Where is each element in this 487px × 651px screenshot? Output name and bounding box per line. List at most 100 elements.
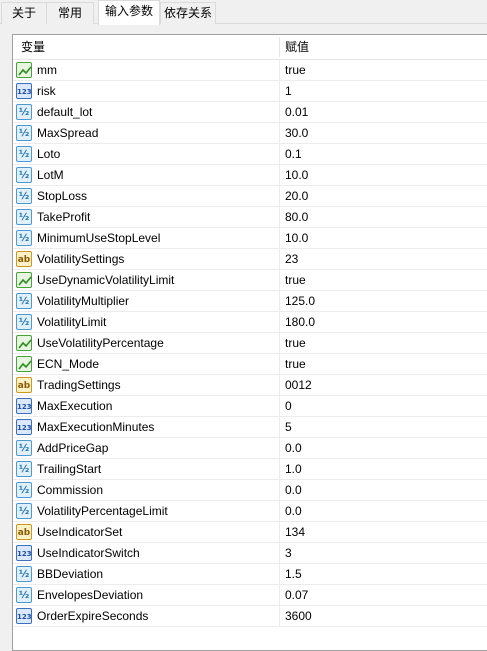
parameter-name: Loto xyxy=(37,147,61,161)
name-cell: ½ LotM xyxy=(13,165,280,185)
parameter-value[interactable]: 1.5 xyxy=(285,564,302,584)
parameter-name: EnvelopesDeviation xyxy=(37,588,144,602)
double-icon: ½ xyxy=(16,125,32,141)
tab-common[interactable]: 常用 xyxy=(46,2,94,24)
parameter-value[interactable]: 1.0 xyxy=(285,459,302,479)
table-row[interactable]: ½ TakeProfit 80.0 xyxy=(13,207,487,228)
tab-about[interactable]: 关于 xyxy=(1,2,47,24)
parameter-value[interactable]: true xyxy=(285,333,306,353)
table-row[interactable]: ½ AddPriceGap 0.0 xyxy=(13,438,487,459)
parameter-name: UseDynamicVolatilityLimit xyxy=(37,273,175,287)
column-header-value[interactable]: 赋值 xyxy=(285,35,309,59)
parameter-value[interactable]: 0012 xyxy=(285,375,312,395)
parameter-value[interactable]: 10.0 xyxy=(285,228,308,248)
table-row[interactable]: ab VolatilitySettings 23 xyxy=(13,249,487,270)
table-row[interactable]: 123 UseIndicatorSwitch 3 xyxy=(13,543,487,564)
table-row[interactable]: UseDynamicVolatilityLimit true xyxy=(13,270,487,291)
parameter-value[interactable]: 0.01 xyxy=(285,102,308,122)
parameter-value[interactable]: true xyxy=(285,60,306,80)
name-cell: ½ VolatilityMultiplier xyxy=(13,291,280,311)
parameter-name: risk xyxy=(37,84,56,98)
name-cell: ½ BBDeviation xyxy=(13,564,280,584)
parameter-value[interactable]: 0.07 xyxy=(285,585,308,605)
table-row[interactable]: ab UseIndicatorSet 134 xyxy=(13,522,487,543)
parameter-value[interactable]: 5 xyxy=(285,417,292,437)
table-row[interactable]: 123 OrderExpireSeconds 3600 xyxy=(13,606,487,627)
parameter-value[interactable]: 3 xyxy=(285,543,292,563)
parameter-value[interactable]: 0.0 xyxy=(285,480,302,500)
table-row[interactable]: ½ Commission 0.0 xyxy=(13,480,487,501)
name-cell: ½ Loto xyxy=(13,144,280,164)
table-row[interactable]: ½ TrailingStart 1.0 xyxy=(13,459,487,480)
table-row[interactable]: ½ VolatilityLimit 180.0 xyxy=(13,312,487,333)
parameters-table: 变量 赋值 mm true 123 risk 1 ½ default_lot 0.01 ½ Max… xyxy=(12,34,487,651)
parameter-name: UseIndicatorSet xyxy=(37,525,123,539)
table-row[interactable]: 123 MaxExecutionMinutes 5 xyxy=(13,417,487,438)
parameter-value[interactable]: 80.0 xyxy=(285,207,308,227)
double-icon: ½ xyxy=(16,503,32,519)
double-icon: ½ xyxy=(16,188,32,204)
table-row[interactable]: ½ StopLoss 20.0 xyxy=(13,186,487,207)
name-cell: 123 UseIndicatorSwitch xyxy=(13,543,280,563)
table-row[interactable]: ½ EnvelopesDeviation 0.07 xyxy=(13,585,487,606)
parameter-value[interactable]: true xyxy=(285,270,306,290)
parameter-value[interactable]: 1 xyxy=(285,81,292,101)
input-parameters-panel: 变量 赋值 mm true 123 risk 1 ½ default_lot 0.01 ½ Max… xyxy=(0,24,487,651)
parameter-value[interactable]: 0.1 xyxy=(285,144,302,164)
table-row[interactable]: 123 risk 1 xyxy=(13,81,487,102)
column-divider[interactable] xyxy=(279,37,280,57)
parameter-value[interactable]: 125.0 xyxy=(285,291,315,311)
parameter-name: TakeProfit xyxy=(37,210,91,224)
table-row[interactable]: ab TradingSettings 0012 xyxy=(13,375,487,396)
name-cell: ab VolatilitySettings xyxy=(13,249,280,269)
parameter-name: UseIndicatorSwitch xyxy=(37,546,140,560)
parameter-value[interactable]: 30.0 xyxy=(285,123,308,143)
name-cell: ½ MaxSpread xyxy=(13,123,280,143)
table-row[interactable]: ½ VolatilityMultiplier 125.0 xyxy=(13,291,487,312)
table-row[interactable]: ½ default_lot 0.01 xyxy=(13,102,487,123)
table-row[interactable]: ½ MaxSpread 30.0 xyxy=(13,123,487,144)
string-icon: ab xyxy=(16,251,32,267)
name-cell: ½ default_lot xyxy=(13,102,280,122)
table-row[interactable]: 123 MaxExecution 0 xyxy=(13,396,487,417)
column-header-variable[interactable]: 变量 xyxy=(21,35,45,59)
parameter-value[interactable]: 3600 xyxy=(285,606,312,626)
table-row[interactable]: ECN_Mode true xyxy=(13,354,487,375)
parameter-name: StopLoss xyxy=(37,189,88,203)
table-row[interactable]: mm true xyxy=(13,60,487,81)
table-row[interactable]: ½ LotM 10.0 xyxy=(13,165,487,186)
parameter-value[interactable]: 134 xyxy=(285,522,305,542)
table-row[interactable]: ½ BBDeviation 1.5 xyxy=(13,564,487,585)
double-icon: ½ xyxy=(16,209,32,225)
parameter-name: VolatilityLimit xyxy=(37,315,107,329)
parameter-name: TradingSettings xyxy=(37,378,121,392)
integer-icon: 123 xyxy=(16,545,32,561)
name-cell: ½ VolatilityLimit xyxy=(13,312,280,332)
string-icon: ab xyxy=(16,377,32,393)
parameter-value[interactable]: 20.0 xyxy=(285,186,308,206)
name-cell: 123 OrderExpireSeconds xyxy=(13,606,280,626)
double-icon: ½ xyxy=(16,230,32,246)
bool-icon xyxy=(16,62,32,78)
parameter-name: VolatilityMultiplier xyxy=(37,294,130,308)
name-cell: 123 risk xyxy=(13,81,280,101)
double-icon: ½ xyxy=(16,293,32,309)
parameter-value[interactable]: 10.0 xyxy=(285,165,308,185)
name-cell: ab TradingSettings xyxy=(13,375,280,395)
parameter-name: AddPriceGap xyxy=(37,441,109,455)
tab-dependencies[interactable]: 依存关系 xyxy=(160,2,216,24)
table-row[interactable]: ½ Loto 0.1 xyxy=(13,144,487,165)
parameter-value[interactable]: 0.0 xyxy=(285,501,302,521)
tab-input-parameters[interactable]: 输入参数 xyxy=(98,0,160,25)
table-row[interactable]: ½ MinimumUseStopLevel 10.0 xyxy=(13,228,487,249)
parameter-value[interactable]: 0.0 xyxy=(285,438,302,458)
table-row[interactable]: UseVolatilityPercentage true xyxy=(13,333,487,354)
name-cell: ½ Commission xyxy=(13,480,280,500)
table-row[interactable]: ½ VolatilityPercentageLimit 0.0 xyxy=(13,501,487,522)
parameter-value[interactable]: 180.0 xyxy=(285,312,315,332)
parameter-value[interactable]: 23 xyxy=(285,249,298,269)
parameter-value[interactable]: true xyxy=(285,354,306,374)
name-cell: ½ TakeProfit xyxy=(13,207,280,227)
parameter-value[interactable]: 0 xyxy=(285,396,292,416)
parameter-name: MaxSpread xyxy=(37,126,99,140)
